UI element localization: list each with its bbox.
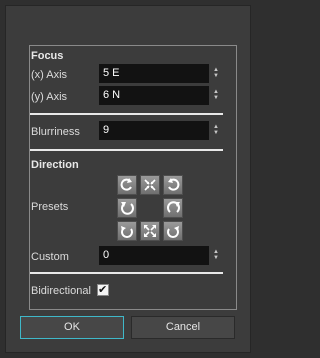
separator (30, 113, 223, 115)
separator (30, 272, 223, 274)
spin-down-icon[interactable]: ▼ (212, 95, 220, 101)
rotate-ccw-icon[interactable] (117, 198, 137, 218)
center-outward-icon[interactable] (140, 221, 160, 241)
x-axis-spinner[interactable]: ▲ ▼ (212, 64, 220, 83)
direction-header: Direction (31, 159, 79, 171)
custom-label: Custom (31, 251, 69, 263)
rotate-cw-arc-icon[interactable] (117, 221, 137, 241)
blurriness-field[interactable]: 9 (99, 121, 209, 140)
y-axis-label: (y) Axis (31, 91, 68, 103)
custom-direction-field[interactable]: 0 (99, 246, 209, 265)
x-axis-label: (x) Axis (31, 69, 68, 81)
check-icon: ✔ (98, 283, 108, 296)
spin-down-icon[interactable]: ▼ (212, 73, 220, 79)
rotate-ccw-small-icon[interactable] (163, 175, 183, 195)
y-axis-field[interactable]: 6 N (99, 86, 209, 105)
y-axis-spinner[interactable]: ▲ ▼ (212, 86, 220, 105)
blurriness-label: Blurriness (31, 126, 80, 138)
rotate-cw-icon[interactable] (163, 198, 183, 218)
focus-header: Focus (31, 50, 64, 62)
center-inward-icon[interactable] (140, 175, 160, 195)
bidirectional-checkbox[interactable]: ✔ (97, 283, 109, 296)
ok-button[interactable]: OK (20, 316, 124, 339)
spin-down-icon[interactable]: ▼ (212, 130, 220, 136)
rotate-ccw-arc-icon[interactable] (163, 221, 183, 241)
x-axis-field[interactable]: 5 E (99, 64, 209, 83)
presets-label: Presets (31, 201, 69, 213)
rotate-cw-small-icon[interactable] (117, 175, 137, 195)
bidirectional-label: Bidirectional (31, 285, 91, 297)
separator (30, 149, 223, 151)
cancel-button[interactable]: Cancel (131, 316, 235, 339)
blurriness-spinner[interactable]: ▲ ▼ (212, 121, 220, 140)
spin-down-icon[interactable]: ▼ (212, 255, 220, 261)
custom-spinner[interactable]: ▲ ▼ (212, 246, 220, 265)
